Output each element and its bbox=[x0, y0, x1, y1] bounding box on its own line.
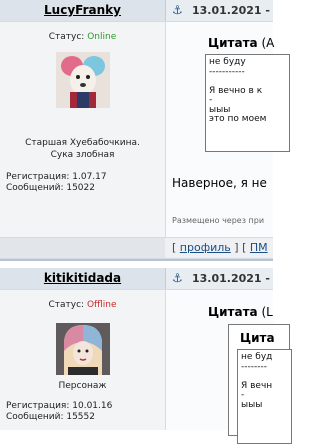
avatar-dog-image bbox=[56, 52, 110, 108]
rank-line: Персонаж bbox=[58, 381, 107, 391]
author-stats: Регистрация: 10.01.16 Сообщений: 15552 bbox=[6, 401, 112, 423]
status-offline-value: Offline bbox=[86, 300, 117, 310]
bracket: [ bbox=[172, 241, 177, 254]
author-name-link[interactable]: LucyFranky bbox=[0, 3, 165, 17]
messages-label: Сообщений: bbox=[6, 183, 64, 193]
registration-label: Регистрация: bbox=[6, 172, 70, 182]
post-date: 13.01.2021 - bbox=[192, 272, 270, 285]
author-rank: Старшая Хуебабочкина. Сука злобная bbox=[0, 137, 165, 161]
bracket: ] [ bbox=[234, 241, 247, 254]
status-online-value: Online bbox=[87, 32, 117, 42]
quote-header: Цитата (A bbox=[208, 36, 274, 50]
avatar[interactable] bbox=[56, 323, 110, 375]
posted-via-text: Размещено через при bbox=[172, 216, 265, 225]
avatar[interactable] bbox=[56, 52, 110, 108]
registration-value: 1.07.17 bbox=[72, 172, 107, 182]
post-divider bbox=[0, 259, 273, 261]
quote-line: -------- bbox=[241, 361, 267, 372]
pm-link[interactable]: ПМ bbox=[250, 241, 268, 254]
quote-line: ----------- bbox=[209, 66, 245, 77]
post-header: kitikitidada ⚓ 13.01.2021 - bbox=[0, 268, 273, 290]
post-date: 13.01.2021 - bbox=[192, 4, 270, 17]
inner-quote-title: Цита bbox=[240, 331, 275, 345]
quote-header: Цитата (L bbox=[208, 305, 273, 319]
messages-label: Сообщений: bbox=[6, 412, 64, 422]
quote-line: Я вечн bbox=[241, 380, 273, 391]
registration-row: Регистрация: 1.07.17 bbox=[6, 172, 107, 183]
author-profile-panel: Статус: Offline Персонаж Регистрация: 10… bbox=[0, 290, 166, 430]
messages-row: Сообщений: 15022 bbox=[6, 183, 107, 194]
post-body-text: Наверное, я не bbox=[172, 176, 267, 190]
registration-label: Регистрация: bbox=[6, 401, 70, 411]
messages-row: Сообщений: 15552 bbox=[6, 412, 112, 423]
actions-left-cell bbox=[0, 238, 165, 258]
anchor-icon[interactable]: ⚓ bbox=[172, 3, 183, 17]
quote-author: (A bbox=[257, 36, 275, 50]
post-actions: [ профиль ] [ ПМ bbox=[172, 241, 268, 254]
quote-line: это по моем bbox=[209, 114, 267, 124]
author-profile-panel: Статус: Online Старшая Хуебабочкина. Сук… bbox=[0, 22, 166, 237]
rank-line: Сука злобная bbox=[50, 150, 115, 160]
author-status: Статус: Offline bbox=[0, 300, 165, 310]
quote-line: ыыы bbox=[241, 399, 263, 410]
messages-value: 15552 bbox=[66, 412, 95, 422]
quote-box: не буду ----------- Я вечно в к - ыыы эт… bbox=[205, 54, 290, 152]
post-actions-bar: [ профиль ] [ ПМ bbox=[0, 237, 273, 259]
registration-value: 10.01.16 bbox=[72, 401, 113, 411]
avatar-harley-image bbox=[56, 323, 110, 375]
rank-line: Старшая Хуебабочкина. bbox=[25, 138, 140, 148]
status-label: Статус: bbox=[48, 32, 85, 42]
author-name-link[interactable]: kitikitidada bbox=[0, 271, 165, 285]
messages-value: 15022 bbox=[66, 183, 95, 193]
quote-line: Я вечно в к bbox=[209, 85, 263, 96]
post-header: LucyFranky ⚓ 13.01.2021 - bbox=[0, 0, 273, 22]
quote-author: (L bbox=[257, 305, 273, 319]
profile-link[interactable]: профиль bbox=[180, 241, 231, 254]
author-rank: Персонаж bbox=[0, 380, 165, 392]
author-stats: Регистрация: 1.07.17 Сообщений: 15022 bbox=[6, 172, 107, 194]
registration-row: Регистрация: 10.01.16 bbox=[6, 401, 112, 412]
status-label: Статус: bbox=[48, 300, 85, 310]
author-status: Статус: Online bbox=[0, 32, 165, 42]
quote-title: Цитата bbox=[208, 36, 258, 50]
anchor-icon[interactable]: ⚓ bbox=[172, 271, 183, 285]
quote-title: Цитата bbox=[208, 305, 258, 319]
